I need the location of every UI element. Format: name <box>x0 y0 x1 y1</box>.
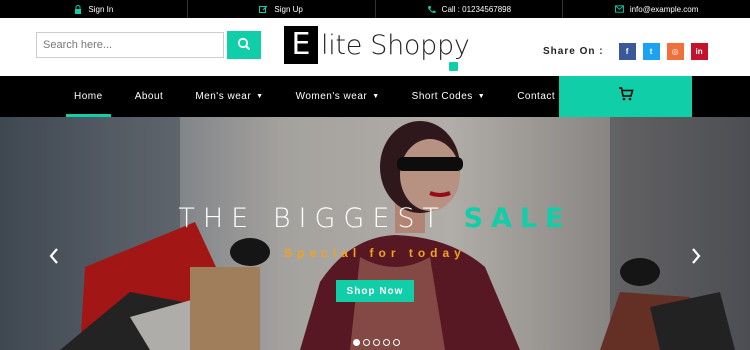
nav-item-about[interactable]: About <box>123 76 176 117</box>
prev-slide-button[interactable] <box>46 245 62 267</box>
caret-down-icon: ▼ <box>256 93 264 100</box>
site-logo[interactable]: E lite Shoppy <box>284 26 470 71</box>
chevron-right-icon <box>692 248 701 264</box>
slide-dot[interactable] <box>353 339 360 346</box>
nav-label: Short Codes <box>411 91 473 102</box>
nav-item-mens-wear[interactable]: Men's wear ▼ <box>183 76 275 117</box>
search-input[interactable] <box>36 32 224 58</box>
sign-in-label: Sign In <box>88 4 114 14</box>
edit-icon <box>259 5 268 14</box>
call-info: Call : 01234567898 <box>376 0 564 18</box>
cart-button[interactable] <box>559 76 692 117</box>
nav-label: Women's wear <box>295 91 368 102</box>
nav-label: Contact <box>517 91 556 102</box>
slide-dot[interactable] <box>383 339 390 346</box>
email-link[interactable]: info@example.com <box>563 0 750 18</box>
site-header: E lite Shoppy Share On : f t ◎ in <box>0 18 750 76</box>
facebook-icon[interactable]: f <box>618 43 636 60</box>
slide-dot[interactable] <box>363 339 370 346</box>
shopping-bag-icon <box>449 62 458 71</box>
slide-dot[interactable] <box>393 339 400 346</box>
search-button[interactable] <box>227 31 261 59</box>
linkedin-icon[interactable]: in <box>690 43 708 60</box>
hero-title: THE BIGGEST SALE <box>0 203 750 234</box>
chevron-left-icon <box>49 248 58 264</box>
twitter-icon[interactable]: t <box>642 43 660 60</box>
slide-indicators <box>353 339 400 346</box>
share-label: Share On : <box>543 46 604 57</box>
phone-icon <box>427 5 436 14</box>
sign-in-link[interactable]: Sign In <box>0 0 188 18</box>
sign-up-link[interactable]: Sign Up <box>188 0 376 18</box>
sign-up-label: Sign Up <box>274 4 303 14</box>
caret-down-icon: ▼ <box>372 93 380 100</box>
instagram-icon[interactable]: ◎ <box>666 43 684 60</box>
call-label: Call : 01234567898 <box>441 4 512 14</box>
shop-now-button[interactable]: Shop Now <box>336 280 414 302</box>
hero-title-highlight: SALE <box>463 203 572 234</box>
envelope-icon <box>614 5 624 14</box>
nav-label: About <box>134 91 164 102</box>
email-label: info@example.com <box>629 4 699 14</box>
caret-down-icon: ▼ <box>477 93 486 100</box>
nav-item-home[interactable]: Home <box>62 76 115 117</box>
slide-dot[interactable] <box>373 339 380 346</box>
share-section: Share On : f t ◎ in <box>543 43 708 60</box>
next-slide-button[interactable] <box>688 245 704 267</box>
nav-label: Men's wear <box>195 91 252 102</box>
hero-banner: THE BIGGEST SALE Special for today Shop … <box>0 117 750 350</box>
logo-letter: E <box>284 26 318 64</box>
logo-text: lite Shoppy <box>321 29 470 61</box>
lock-icon <box>73 4 82 14</box>
hero-subtitle: Special for today <box>284 246 466 260</box>
top-bar: Sign In Sign Up Call : 01234567898 info@… <box>0 0 750 18</box>
nav-item-womens-wear[interactable]: Women's wear ▼ <box>284 76 392 117</box>
cart-icon <box>618 87 634 106</box>
hero-title-main: THE BIGGEST <box>178 203 448 234</box>
nav-item-contact[interactable]: Contact <box>505 76 567 117</box>
search-icon <box>237 37 251 54</box>
nav-label: Home <box>74 91 103 102</box>
main-nav: Home About Men's wear ▼ Women's wear ▼ Sho… <box>0 76 750 117</box>
nav-item-short-codes[interactable]: Short Codes ▼ <box>400 76 498 117</box>
